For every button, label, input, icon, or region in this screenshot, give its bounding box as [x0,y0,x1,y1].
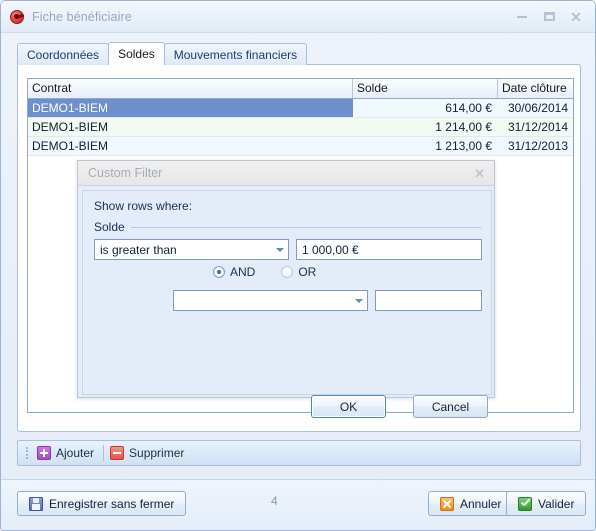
validate-button[interactable]: Valider [506,491,587,516]
delete-row-button[interactable]: Supprimer [106,444,191,462]
add-row-label: Ajouter [56,446,95,460]
save-without-closing-button[interactable]: Enregistrer sans fermer [17,491,187,516]
grid-column-header-solde[interactable]: Solde [353,79,498,98]
chevron-down-icon[interactable] [351,291,367,310]
radio-or-label: OR [298,265,317,279]
cancel-button-label: Annuler [460,496,502,511]
cell-contrat: DEMO1-BIEM [28,118,353,137]
grid-column-header-contrat[interactable]: Contrat [28,79,353,98]
window-title: Fiche bénéficiaire [32,9,132,24]
cell-solde: 614,00 € [353,99,498,118]
table-row[interactable]: DEMO1-BIEM 1 213,00 € 31/12/2013 [28,137,573,156]
grid-column-header-date-cloture[interactable]: Date clôture [498,79,573,98]
cell-solde: 1 214,00 € [353,118,498,137]
cancel-button[interactable]: Annuler [428,491,514,516]
validate-button-label: Valider [538,496,575,511]
filter-value-input-2[interactable] [375,290,482,311]
close-icon: ✕ [570,8,582,25]
plus-icon [37,446,51,460]
group-divider [131,227,481,228]
radio-or-icon [281,266,294,278]
toolbar-divider [103,445,105,461]
add-row-button[interactable]: Ajouter [33,444,101,462]
radio-and-label: AND [230,265,256,279]
chevron-down-icon[interactable] [272,240,288,259]
maximize-button[interactable] [536,7,562,26]
radio-and[interactable]: AND [213,265,255,279]
title-bar: Fiche bénéficiaire ✕ [1,1,595,33]
delete-row-label: Supprimer [129,446,185,460]
radio-or[interactable]: OR [281,265,316,279]
floppy-disk-icon [29,496,43,511]
cell-date-cloture: 31/12/2013 [498,137,573,156]
main-window: Fiche bénéficiaire ✕ Coordonnées Soldes … [0,0,596,531]
cell-solde: 1 213,00 € [353,137,498,156]
show-rows-label: Show rows where: [94,199,193,213]
grid-header: Contrat Solde Date clôture [28,79,573,99]
tab-label: Soldes [118,47,155,61]
cell-date-cloture: 31/12/2014 [498,118,573,137]
grid-row-toolbar: Ajouter Supprimer [17,440,581,466]
dialog-title-bar: Custom Filter ✕ [78,161,494,186]
app-disc-icon [9,9,25,25]
close-button[interactable]: ✕ [563,7,589,26]
operator-select-1-value: is greater than [100,242,177,257]
dialog-title: Custom Filter [88,166,163,180]
tab-label: Mouvements financiers [173,47,298,62]
tab-mouvements-financiers[interactable]: Mouvements financiers [163,43,308,65]
table-row[interactable]: DEMO1-BIEM 1 214,00 € 31/12/2014 [28,118,573,137]
minimize-icon [517,15,527,18]
cell-contrat: DEMO1-BIEM [28,99,353,118]
filter-value-input-1[interactable]: 1 000,00 € [296,239,482,260]
drag-grip-icon[interactable] [22,446,31,460]
filter-field-label: Solde [94,220,125,234]
table-row[interactable]: DEMO1-BIEM 614,00 € 30/06/2014 [28,99,573,118]
maximize-icon [543,12,555,21]
dialog-cancel-button[interactable]: Cancel [413,395,488,418]
radio-and-icon [213,266,225,278]
tab-coordonnees[interactable]: Coordonnées [17,43,110,65]
tab-soldes[interactable]: Soldes [108,42,165,65]
operator-select-1[interactable]: is greater than [94,239,289,260]
logic-operator-group: AND OR [213,265,316,279]
minimize-button[interactable] [509,7,535,26]
check-icon [518,496,532,511]
cell-contrat: DEMO1-BIEM [28,137,353,156]
dialog-ok-button[interactable]: OK [311,395,386,418]
minus-icon [110,446,125,460]
record-count: 4 [271,494,278,508]
window-controls: ✕ [509,7,589,26]
custom-filter-dialog: Custom Filter ✕ Show rows where: Solde i… [77,160,495,418]
dialog-close-icon[interactable]: ✕ [474,167,485,180]
dialog-body: Show rows where: Solde is greater than 1… [82,190,492,418]
tab-strip: Coordonnées Soldes Mouvements financiers [17,42,581,65]
tab-label: Coordonnées [27,47,100,62]
operator-select-2[interactable] [173,290,368,311]
cell-date-cloture: 30/06/2014 [498,99,573,118]
save-button-label: Enregistrer sans fermer [49,496,175,511]
cross-icon [440,496,454,511]
